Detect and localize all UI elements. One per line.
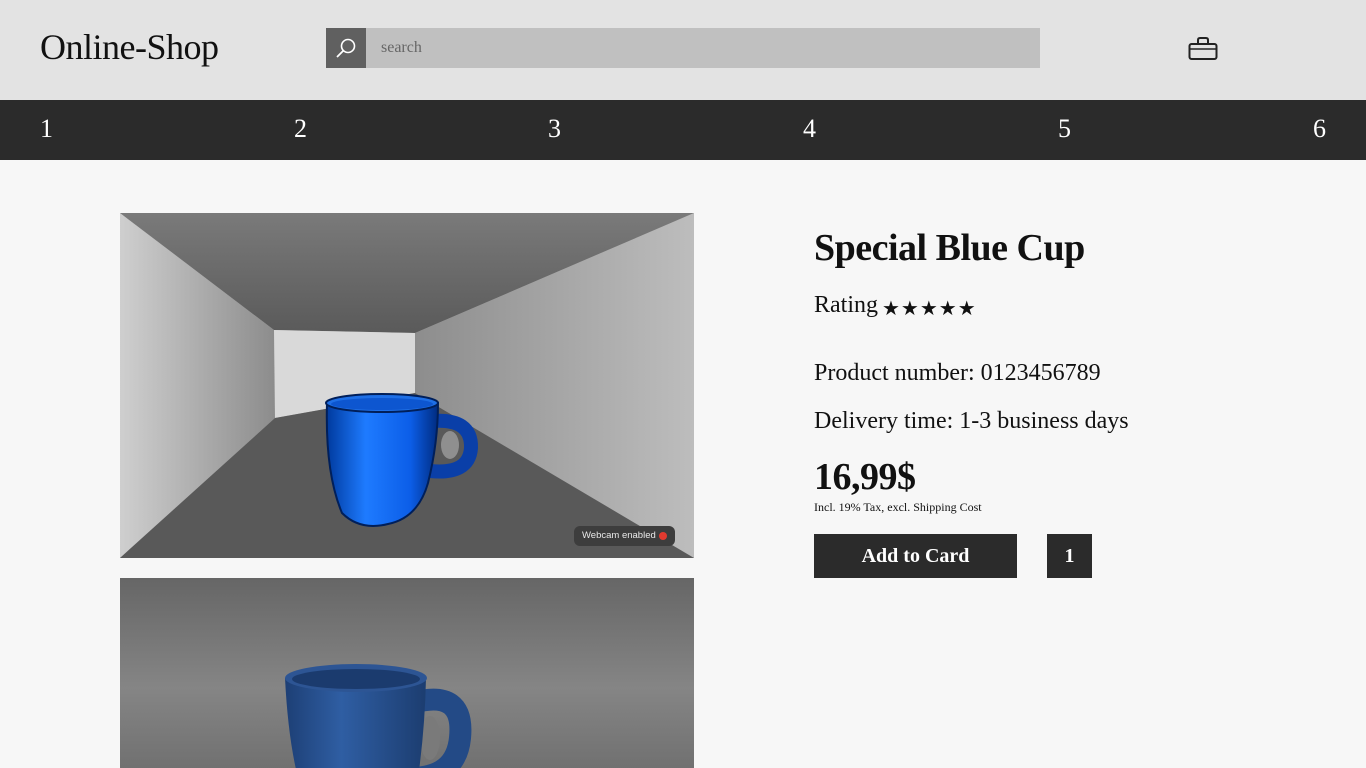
product-3d-view[interactable]: Webcam enabled <box>120 213 694 558</box>
header: Online-Shop <box>0 0 1366 100</box>
shopping-bag-icon <box>1188 37 1218 60</box>
cart-button[interactable] <box>1188 36 1218 62</box>
rating-stars[interactable]: ★★★★★ <box>882 296 977 320</box>
recording-dot-icon <box>659 532 667 540</box>
webcam-status-badge[interactable]: Webcam enabled <box>574 526 675 546</box>
logo[interactable]: Online-Shop <box>40 26 219 68</box>
nav-item-4[interactable]: 4 <box>803 114 816 144</box>
search-input[interactable] <box>366 28 1040 68</box>
nav-item-5[interactable]: 5 <box>1058 114 1071 144</box>
nav-item-3[interactable]: 3 <box>548 114 561 144</box>
delivery-time: Delivery time: 1-3 business days <box>814 408 1129 434</box>
webcam-status-label: Webcam enabled <box>582 530 656 541</box>
product-photo[interactable] <box>120 578 694 768</box>
quantity-field[interactable]: 1 <box>1047 534 1092 578</box>
search-button[interactable] <box>326 28 366 68</box>
tax-note: Incl. 19% Tax, excl. Shipping Cost <box>814 500 982 514</box>
search-bar <box>326 28 1040 68</box>
cup-photo <box>120 578 694 768</box>
category-nav: 1 2 3 4 5 6 <box>0 100 1366 160</box>
product-title: Special Blue Cup <box>814 227 1085 269</box>
search-icon <box>336 38 356 58</box>
nav-item-2[interactable]: 2 <box>294 114 307 144</box>
price: 16,99$ <box>814 456 916 498</box>
nav-item-1[interactable]: 1 <box>40 114 53 144</box>
cup-render-room <box>120 213 694 558</box>
rating-label: Rating <box>814 292 878 318</box>
nav-item-6[interactable]: 6 <box>1313 114 1326 144</box>
product-number: Product number: 0123456789 <box>814 360 1101 386</box>
add-to-cart-button[interactable]: Add to Card <box>814 534 1017 578</box>
